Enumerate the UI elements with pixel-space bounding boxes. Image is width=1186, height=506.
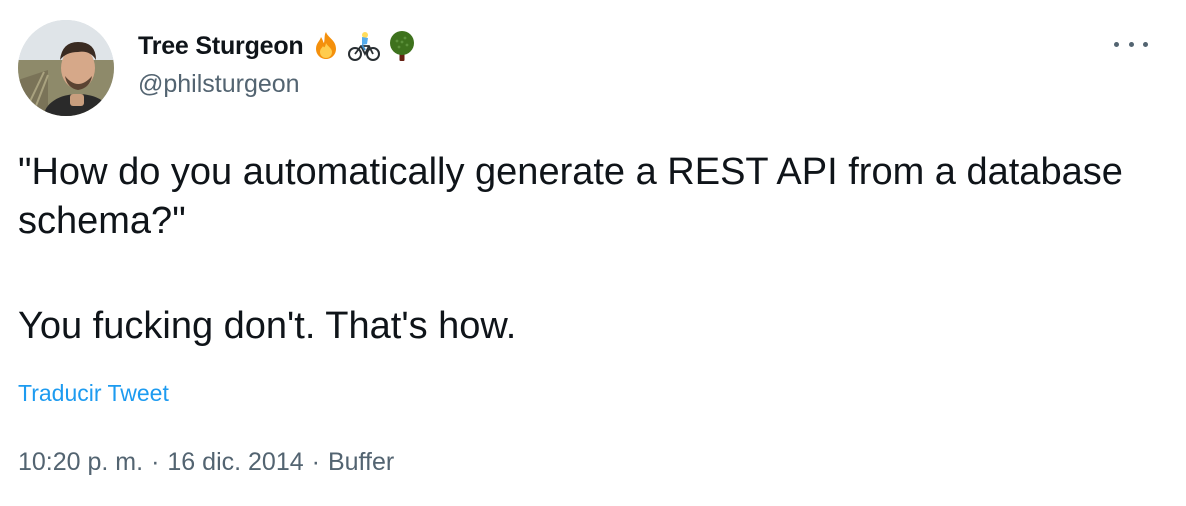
tweet-card: Tree Sturgeon @philsturgeon "How do you … (0, 0, 1186, 506)
separator: · (311, 448, 320, 476)
tweet-paragraph: You fucking don't. That's how. (18, 305, 517, 347)
avatar[interactable] (18, 20, 114, 116)
more-dot-icon (1143, 41, 1148, 47)
translate-tweet-link[interactable]: Traducir Tweet (18, 380, 169, 407)
tweet-metadata: 10:20 p. m. · 16 dic. 2014 · Buffer (18, 448, 394, 477)
cyclist-icon (347, 30, 380, 62)
tweet-text: "How do you automatically generate a RES… (18, 148, 1168, 351)
more-dot-icon (1128, 41, 1134, 47)
more-dot-icon (1114, 41, 1119, 47)
more-options-button[interactable] (1114, 32, 1148, 56)
user-handle[interactable]: @philsturgeon (138, 70, 300, 99)
separator: · (151, 448, 160, 476)
display-name[interactable]: Tree Sturgeon (138, 32, 304, 61)
tree-icon (386, 30, 418, 62)
date-link[interactable]: 16 dic. 2014 (167, 448, 303, 477)
tweet-paragraph: "How do you automatically generate a RES… (18, 151, 1123, 242)
author-name-row: Tree Sturgeon (138, 30, 418, 62)
timestamp-link[interactable]: 10:20 p. m. (18, 448, 143, 477)
fire-icon (310, 30, 342, 62)
source-link[interactable]: Buffer (328, 448, 394, 477)
